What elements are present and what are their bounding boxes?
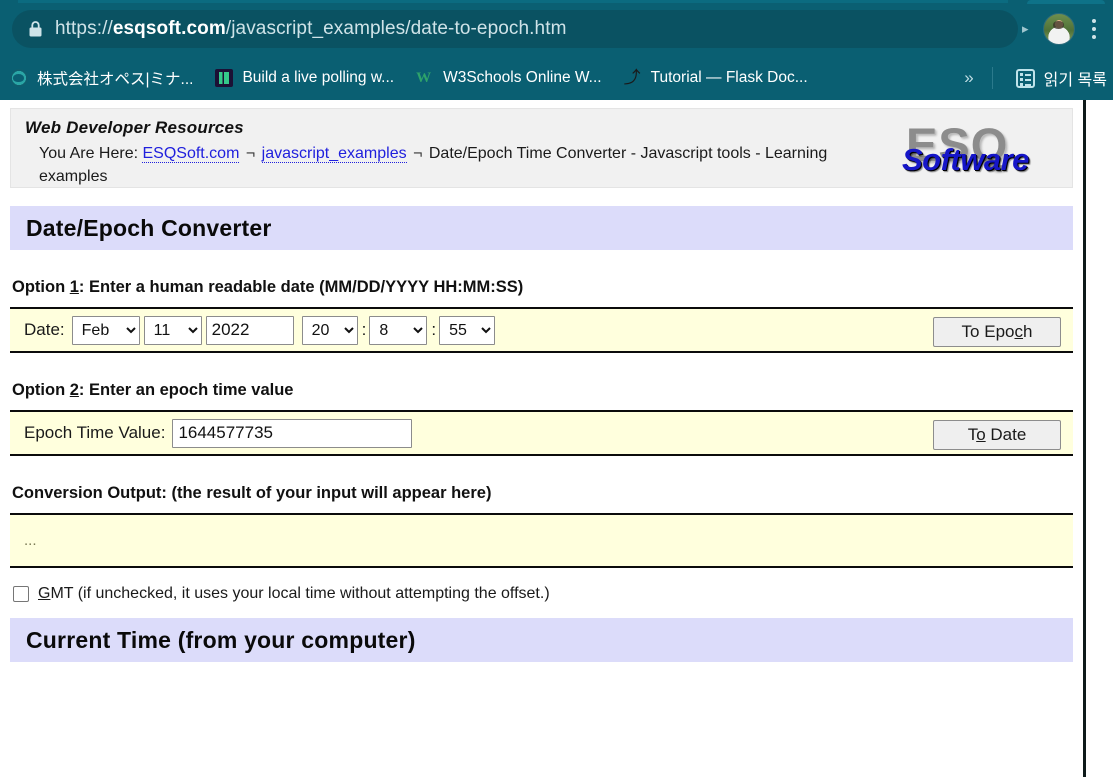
second-select[interactable]: 55 xyxy=(439,315,496,345)
reading-list-button[interactable]: 읽기 목록 xyxy=(1001,66,1113,90)
breadcrumb-link-javascript-examples[interactable]: javascript_examples xyxy=(261,145,407,163)
conversion-output-box: ... xyxy=(10,513,1073,568)
bookmark-label: W3Schools Online W... xyxy=(443,69,602,86)
option2-label-suffix: : Enter an epoch time value xyxy=(78,381,294,399)
reading-list-icon xyxy=(1015,68,1035,88)
bookmarks-bar: 株式会社オペス|ミナ... Build a live polling w... … xyxy=(0,56,1113,100)
conversion-output-label: Conversion Output: (the result of your i… xyxy=(12,484,492,502)
gmt-checkbox[interactable] xyxy=(13,586,29,602)
site-header: Web Developer Resources You Are Here: ES… xyxy=(10,108,1073,188)
bookmark-label: 株式会社オペス|ミナ... xyxy=(37,71,194,88)
bookmark-label: Tutorial — Flask Doc... xyxy=(650,69,808,86)
browser-toolbar: https://esqsoft.com/javascript_examples/… xyxy=(0,4,1113,54)
bookmark-item-flask[interactable]: ⤴ Tutorial — Flask Doc... xyxy=(614,63,818,93)
year-input[interactable] xyxy=(205,315,294,345)
avatar[interactable] xyxy=(1042,13,1075,45)
gmt-label: GMT (if unchecked, it uses your local ti… xyxy=(38,585,550,602)
share-caret-icon[interactable]: ▸ xyxy=(1022,21,1029,37)
url-path: /javascript_examples/date-to-epoch.htm xyxy=(225,18,567,39)
breadcrumb-separator: ¬ xyxy=(245,145,256,162)
bookmarks-overflow-button[interactable]: » xyxy=(954,68,983,88)
bookmark-item-w3schools[interactable]: W W3Schools Online W... xyxy=(406,63,612,93)
breadcrumb-separator: ¬ xyxy=(413,145,423,162)
option2-label-prefix: Option xyxy=(12,381,70,399)
opus-favicon xyxy=(10,69,28,87)
epoch-input[interactable] xyxy=(172,418,413,448)
url-text: https://esqsoft.com/javascript_examples/… xyxy=(55,18,567,40)
polling-favicon xyxy=(215,69,234,87)
gmt-row[interactable]: GMT (if unchecked, it uses your local ti… xyxy=(10,585,1073,603)
url-prefix: https:// xyxy=(55,18,113,39)
time-colon: : xyxy=(431,320,437,339)
option1-label-prefix: Option xyxy=(12,278,70,296)
toolbar-divider xyxy=(991,67,993,89)
current-time-banner: Current Time (from your computer) xyxy=(10,618,1073,662)
reading-list-label: 읽기 목록 xyxy=(1043,72,1107,89)
toolbar-right: ▸ xyxy=(1018,13,1111,45)
month-select[interactable]: Feb xyxy=(71,315,140,345)
conversion-output-value: ... xyxy=(24,532,37,549)
to-epoch-button[interactable]: To Epoch xyxy=(933,317,1061,347)
option1-label: Option 1: Enter a human readable date (M… xyxy=(12,278,1073,297)
current-time-heading: Current Time (from your computer) xyxy=(26,626,416,653)
lock-icon xyxy=(29,21,42,37)
minute-select[interactable]: 8 xyxy=(369,315,428,345)
browser-chrome: https://esqsoft.com/javascript_examples/… xyxy=(0,0,1113,100)
epoch-label: Epoch Time Value: xyxy=(24,423,166,442)
breadcrumb: You Are Here: ESQSoft.com ¬ javascript_e… xyxy=(25,142,895,188)
breadcrumb-prefix: You Are Here: xyxy=(39,145,139,162)
page-viewport: Web Developer Resources You Are Here: ES… xyxy=(0,100,1113,777)
breadcrumb-link-esqsoft[interactable]: ESQSoft.com xyxy=(142,145,240,163)
address-bar[interactable]: https://esqsoft.com/javascript_examples/… xyxy=(12,10,1018,48)
web-page: Web Developer Resources You Are Here: ES… xyxy=(0,100,1086,777)
gmt-accesskey: G xyxy=(38,585,51,602)
option2-accesskey: 2 xyxy=(69,381,79,399)
day-select[interactable]: 11 xyxy=(143,315,202,345)
date-label: Date: xyxy=(24,320,65,339)
kebab-menu-icon[interactable] xyxy=(1083,13,1105,45)
epoch-input-row: Epoch Time Value: To Date xyxy=(10,410,1073,456)
converter-banner: Date/Epoch Converter xyxy=(10,206,1073,250)
option1-label-suffix: : Enter a human readable date (MM/DD/YYY… xyxy=(78,278,524,296)
logo-software-text: Software xyxy=(902,142,1029,177)
flask-favicon: ⤴ xyxy=(623,68,641,87)
date-input-row: Date: Feb 11 20 : 8 : 55 To Epoch xyxy=(10,307,1073,353)
option2-label: Option 2: Enter an epoch time value xyxy=(12,381,1073,400)
esq-software-logo: ESQ Software xyxy=(900,117,1056,181)
option1-accesskey: 1 xyxy=(69,278,79,296)
bookmark-item-opus[interactable]: 株式会社オペス|ミナ... xyxy=(0,63,203,93)
time-colon: : xyxy=(361,320,367,339)
w3schools-favicon: W xyxy=(416,70,432,86)
bookmark-item-polling[interactable]: Build a live polling w... xyxy=(205,63,404,93)
to-date-button[interactable]: To Date xyxy=(933,420,1061,450)
converter-heading: Date/Epoch Converter xyxy=(26,214,272,241)
hour-select[interactable]: 20 xyxy=(301,315,358,345)
bookmark-label: Build a live polling w... xyxy=(242,69,395,86)
url-host: esqsoft.com xyxy=(112,18,226,39)
